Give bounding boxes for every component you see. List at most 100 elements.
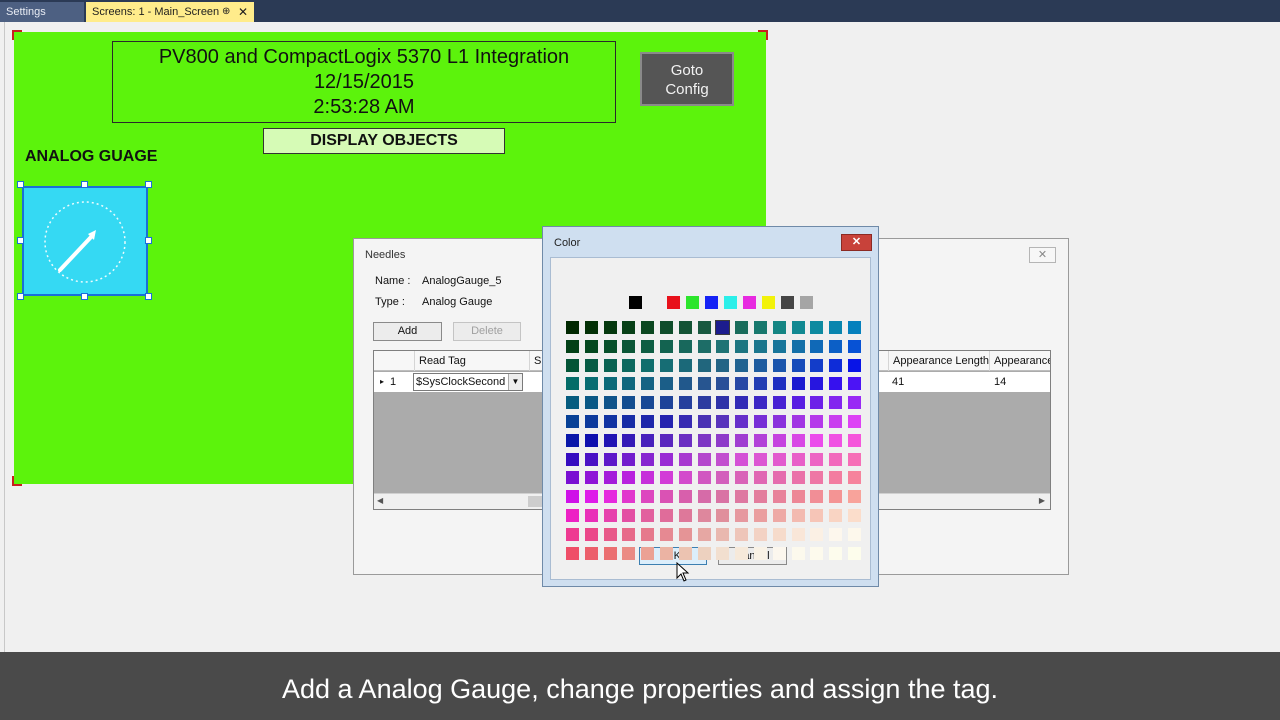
resize-handle[interactable] [81, 293, 88, 300]
custom-color-swatch[interactable] [715, 320, 730, 335]
tab-main-screen[interactable]: Screens: 1 - Main_Screen ⊕ ✕ [86, 2, 254, 22]
basic-color-swatch[interactable] [800, 296, 813, 309]
custom-color-swatch[interactable] [810, 453, 823, 466]
custom-color-swatch[interactable] [679, 528, 692, 541]
custom-color-swatch[interactable] [792, 471, 805, 484]
custom-color-swatch[interactable] [698, 434, 711, 447]
custom-color-swatch[interactable] [679, 547, 692, 560]
custom-color-swatch[interactable] [735, 415, 748, 428]
resize-handle[interactable] [17, 293, 24, 300]
custom-color-swatch[interactable] [622, 453, 635, 466]
custom-color-swatch[interactable] [641, 396, 654, 409]
custom-color-swatch[interactable] [604, 359, 617, 372]
resize-handle[interactable] [81, 181, 88, 188]
custom-color-swatch[interactable] [641, 340, 654, 353]
custom-color-swatch[interactable] [810, 547, 823, 560]
needles-close-button[interactable]: ✕ [1029, 247, 1056, 263]
read-tag-select[interactable]: $SysClockSecond ▼ [413, 373, 523, 391]
appearance-length-cell[interactable]: 41 [888, 372, 904, 392]
custom-color-swatch[interactable] [641, 490, 654, 503]
custom-color-swatch[interactable] [810, 415, 823, 428]
chevron-down-icon[interactable]: ▼ [508, 374, 522, 390]
custom-color-swatch[interactable] [622, 471, 635, 484]
custom-color-swatch[interactable] [679, 453, 692, 466]
custom-color-swatch[interactable] [641, 547, 654, 560]
custom-color-swatch[interactable] [660, 547, 673, 560]
custom-color-swatch[interactable] [585, 471, 598, 484]
custom-color-swatch[interactable] [604, 471, 617, 484]
custom-color-swatch[interactable] [773, 453, 786, 466]
custom-color-swatch[interactable] [622, 396, 635, 409]
resize-handle[interactable] [145, 237, 152, 244]
custom-color-swatch[interactable] [773, 434, 786, 447]
basic-color-swatch[interactable] [629, 296, 642, 309]
custom-color-swatch[interactable] [773, 415, 786, 428]
custom-color-swatch[interactable] [604, 528, 617, 541]
custom-color-swatch[interactable] [660, 396, 673, 409]
custom-color-swatch[interactable] [848, 471, 861, 484]
resize-handle[interactable] [145, 293, 152, 300]
custom-color-swatch[interactable] [641, 471, 654, 484]
custom-color-swatch[interactable] [810, 490, 823, 503]
custom-color-swatch[interactable] [735, 359, 748, 372]
custom-color-swatch[interactable] [585, 453, 598, 466]
custom-color-swatch[interactable] [829, 359, 842, 372]
custom-color-swatch[interactable] [679, 434, 692, 447]
custom-color-swatch[interactable] [810, 359, 823, 372]
custom-color-swatch[interactable] [641, 321, 654, 334]
custom-color-swatch[interactable] [848, 340, 861, 353]
custom-color-swatch[interactable] [566, 377, 579, 390]
custom-color-swatch[interactable] [679, 359, 692, 372]
custom-color-swatch[interactable] [641, 453, 654, 466]
resize-handle[interactable] [17, 237, 24, 244]
custom-color-swatch[interactable] [679, 471, 692, 484]
basic-color-swatch[interactable] [724, 296, 737, 309]
custom-color-swatch[interactable] [810, 528, 823, 541]
custom-color-swatch[interactable] [848, 396, 861, 409]
custom-color-swatch[interactable] [660, 528, 673, 541]
custom-color-swatch[interactable] [679, 321, 692, 334]
custom-color-swatch[interactable] [585, 547, 598, 560]
custom-color-swatch[interactable] [566, 547, 579, 560]
custom-color-swatch[interactable] [716, 359, 729, 372]
custom-color-swatch[interactable] [792, 434, 805, 447]
custom-color-swatch[interactable] [698, 415, 711, 428]
custom-color-swatch[interactable] [735, 528, 748, 541]
custom-color-swatch[interactable] [716, 377, 729, 390]
custom-color-swatch[interactable] [660, 321, 673, 334]
custom-color-swatch[interactable] [829, 453, 842, 466]
custom-color-swatch[interactable] [698, 453, 711, 466]
column-header-appearance[interactable]: Appearance [989, 351, 1050, 371]
custom-color-swatch[interactable] [792, 547, 805, 560]
basic-color-swatch[interactable] [667, 296, 680, 309]
custom-color-swatch[interactable] [735, 321, 748, 334]
custom-color-swatch[interactable] [604, 377, 617, 390]
custom-color-swatch[interactable] [585, 528, 598, 541]
custom-color-swatch[interactable] [848, 490, 861, 503]
custom-color-swatch[interactable] [566, 528, 579, 541]
custom-color-swatch[interactable] [660, 340, 673, 353]
custom-color-swatch[interactable] [641, 528, 654, 541]
custom-color-swatch[interactable] [735, 434, 748, 447]
custom-color-swatch[interactable] [566, 396, 579, 409]
custom-color-swatch[interactable] [792, 509, 805, 522]
custom-color-swatch[interactable] [773, 490, 786, 503]
custom-color-swatch[interactable] [622, 434, 635, 447]
custom-color-swatch[interactable] [792, 396, 805, 409]
custom-color-swatch[interactable] [604, 415, 617, 428]
custom-color-swatch[interactable] [585, 396, 598, 409]
custom-color-swatch[interactable] [810, 340, 823, 353]
custom-color-swatch[interactable] [773, 396, 786, 409]
custom-color-swatch[interactable] [754, 377, 767, 390]
custom-color-swatch[interactable] [754, 453, 767, 466]
custom-color-swatch[interactable] [660, 415, 673, 428]
resize-handle[interactable] [145, 181, 152, 188]
custom-color-swatch[interactable] [604, 434, 617, 447]
basic-color-swatch[interactable] [743, 296, 756, 309]
custom-color-swatch[interactable] [848, 434, 861, 447]
resize-handle[interactable] [17, 181, 24, 188]
custom-color-swatch[interactable] [829, 434, 842, 447]
close-tab-icon[interactable]: ✕ [238, 2, 248, 22]
custom-color-swatch[interactable] [754, 415, 767, 428]
custom-color-swatch[interactable] [773, 471, 786, 484]
